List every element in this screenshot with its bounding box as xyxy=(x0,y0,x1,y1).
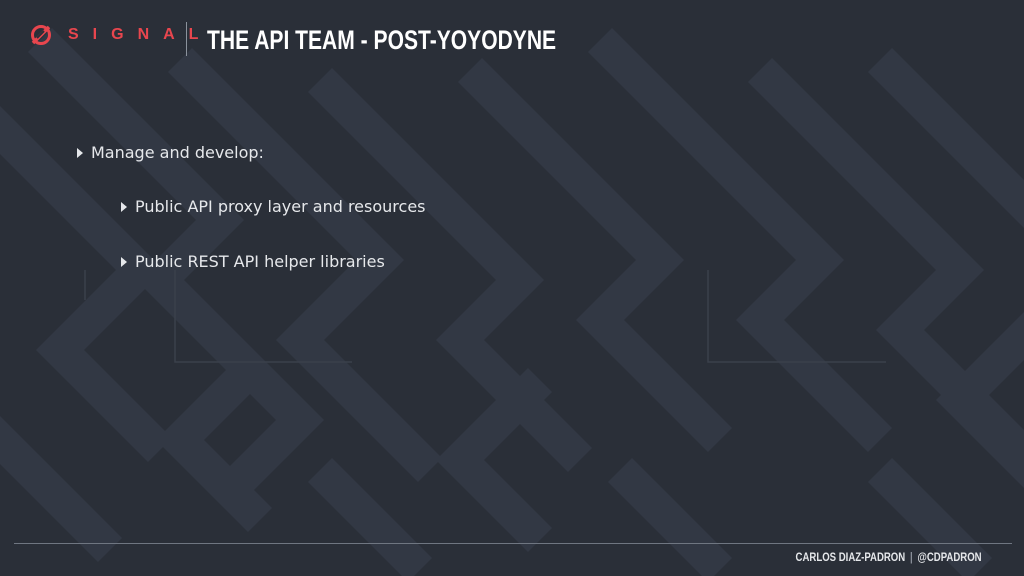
slide-title: THE API TEAM - POST-YOYODYNE xyxy=(207,25,557,55)
signal-logo-icon xyxy=(31,25,51,45)
caret-right-icon xyxy=(121,256,127,267)
caret-right-icon xyxy=(77,147,83,158)
bullet-label: Public REST API helper libraries xyxy=(135,252,385,271)
sub-bullet-item: Public REST API helper libraries xyxy=(121,252,385,271)
footer-divider xyxy=(14,543,1012,544)
slide-header: SIGNAL THE API TEAM - POST-YOYODYNE xyxy=(0,0,1024,80)
bullet-item: Manage and develop: xyxy=(77,143,264,162)
footer-handle: @CDPADRON xyxy=(917,550,982,564)
header-divider xyxy=(186,22,187,56)
bullet-label: Public API proxy layer and resources xyxy=(135,197,426,216)
logo-wordmark: SIGNAL xyxy=(68,26,213,43)
background-maze-pattern xyxy=(0,27,1024,576)
slide: SIGNAL THE API TEAM - POST-YOYODYNE Mana… xyxy=(0,0,1024,576)
bullet-label: Manage and develop: xyxy=(91,143,264,162)
caret-right-icon xyxy=(121,201,127,212)
sub-bullet-item: Public API proxy layer and resources xyxy=(121,197,426,216)
footer-author: CARLOS DIAZ-PADRON xyxy=(795,550,906,564)
slide-footer: CARLOS DIAZ-PADRON | @CDPADRON xyxy=(796,549,982,565)
footer-separator: | xyxy=(910,550,914,564)
